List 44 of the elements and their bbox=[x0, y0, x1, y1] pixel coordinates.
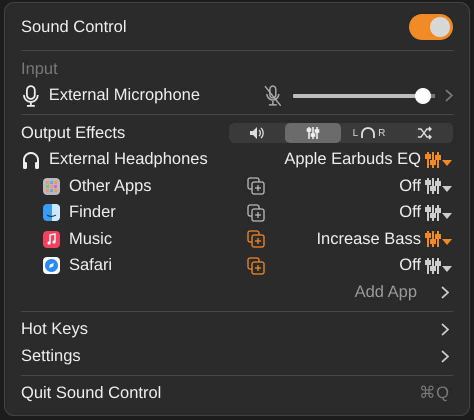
copy-add-icon[interactable] bbox=[247, 204, 265, 222]
chevron-icon[interactable] bbox=[441, 350, 449, 363]
menu-item[interactable]: Quit Sound Control bbox=[21, 381, 420, 406]
shortcut-label: ⌘Q bbox=[419, 383, 449, 404]
section-heading: Input bbox=[21, 58, 58, 80]
compass-icon bbox=[43, 257, 60, 274]
muted-microphone-icon[interactable] bbox=[264, 84, 282, 107]
equalizer-icon[interactable] bbox=[425, 204, 453, 222]
toggle-switch[interactable] bbox=[409, 14, 453, 40]
shuffle-icon bbox=[417, 126, 433, 140]
equalizer-icon[interactable] bbox=[425, 256, 453, 275]
device-name: External Microphone bbox=[48, 85, 202, 106]
equalizer-icon[interactable] bbox=[425, 177, 453, 196]
menu-item[interactable]: Hot Keys bbox=[21, 317, 441, 342]
copy-add-icon[interactable] bbox=[247, 256, 265, 275]
effect-preset[interactable]: Off bbox=[265, 253, 421, 278]
effect-preset[interactable]: Off bbox=[265, 174, 421, 199]
chevron-icon[interactable] bbox=[441, 323, 449, 336]
add-app-link[interactable]: Add App bbox=[354, 280, 417, 305]
app-name: Other Apps bbox=[69, 176, 153, 197]
equalizer-icon[interactable] bbox=[425, 230, 453, 248]
face-icon bbox=[43, 204, 60, 222]
menu-item[interactable]: Settings bbox=[21, 344, 441, 369]
section-heading: Output Effects bbox=[21, 122, 126, 144]
speaker-icon bbox=[249, 126, 265, 140]
panel-title: Sound Control bbox=[21, 16, 128, 38]
chevron-icon[interactable] bbox=[441, 286, 449, 299]
equalizer-icon[interactable] bbox=[425, 150, 453, 169]
app-name: Finder bbox=[69, 202, 117, 224]
microphone-icon bbox=[21, 84, 41, 107]
effect-preset[interactable]: Off bbox=[265, 200, 421, 226]
app-name: Music bbox=[69, 228, 114, 250]
copy-add-icon[interactable] bbox=[247, 177, 265, 196]
copy-add-icon[interactable] bbox=[247, 230, 265, 248]
app-name: Safari bbox=[69, 255, 114, 276]
tab[interactable] bbox=[285, 123, 341, 144]
headphones-icon bbox=[21, 150, 41, 170]
equalizer-icon bbox=[306, 126, 320, 140]
headphones-icon bbox=[360, 126, 376, 140]
music-note-icon bbox=[43, 230, 60, 248]
effect-preset[interactable]: Apple Earbuds EQ bbox=[284, 147, 421, 172]
app-grid-icon bbox=[43, 178, 60, 195]
device-name: External Headphones bbox=[49, 149, 209, 170]
effect-preset[interactable]: Increase Bass bbox=[265, 226, 421, 252]
